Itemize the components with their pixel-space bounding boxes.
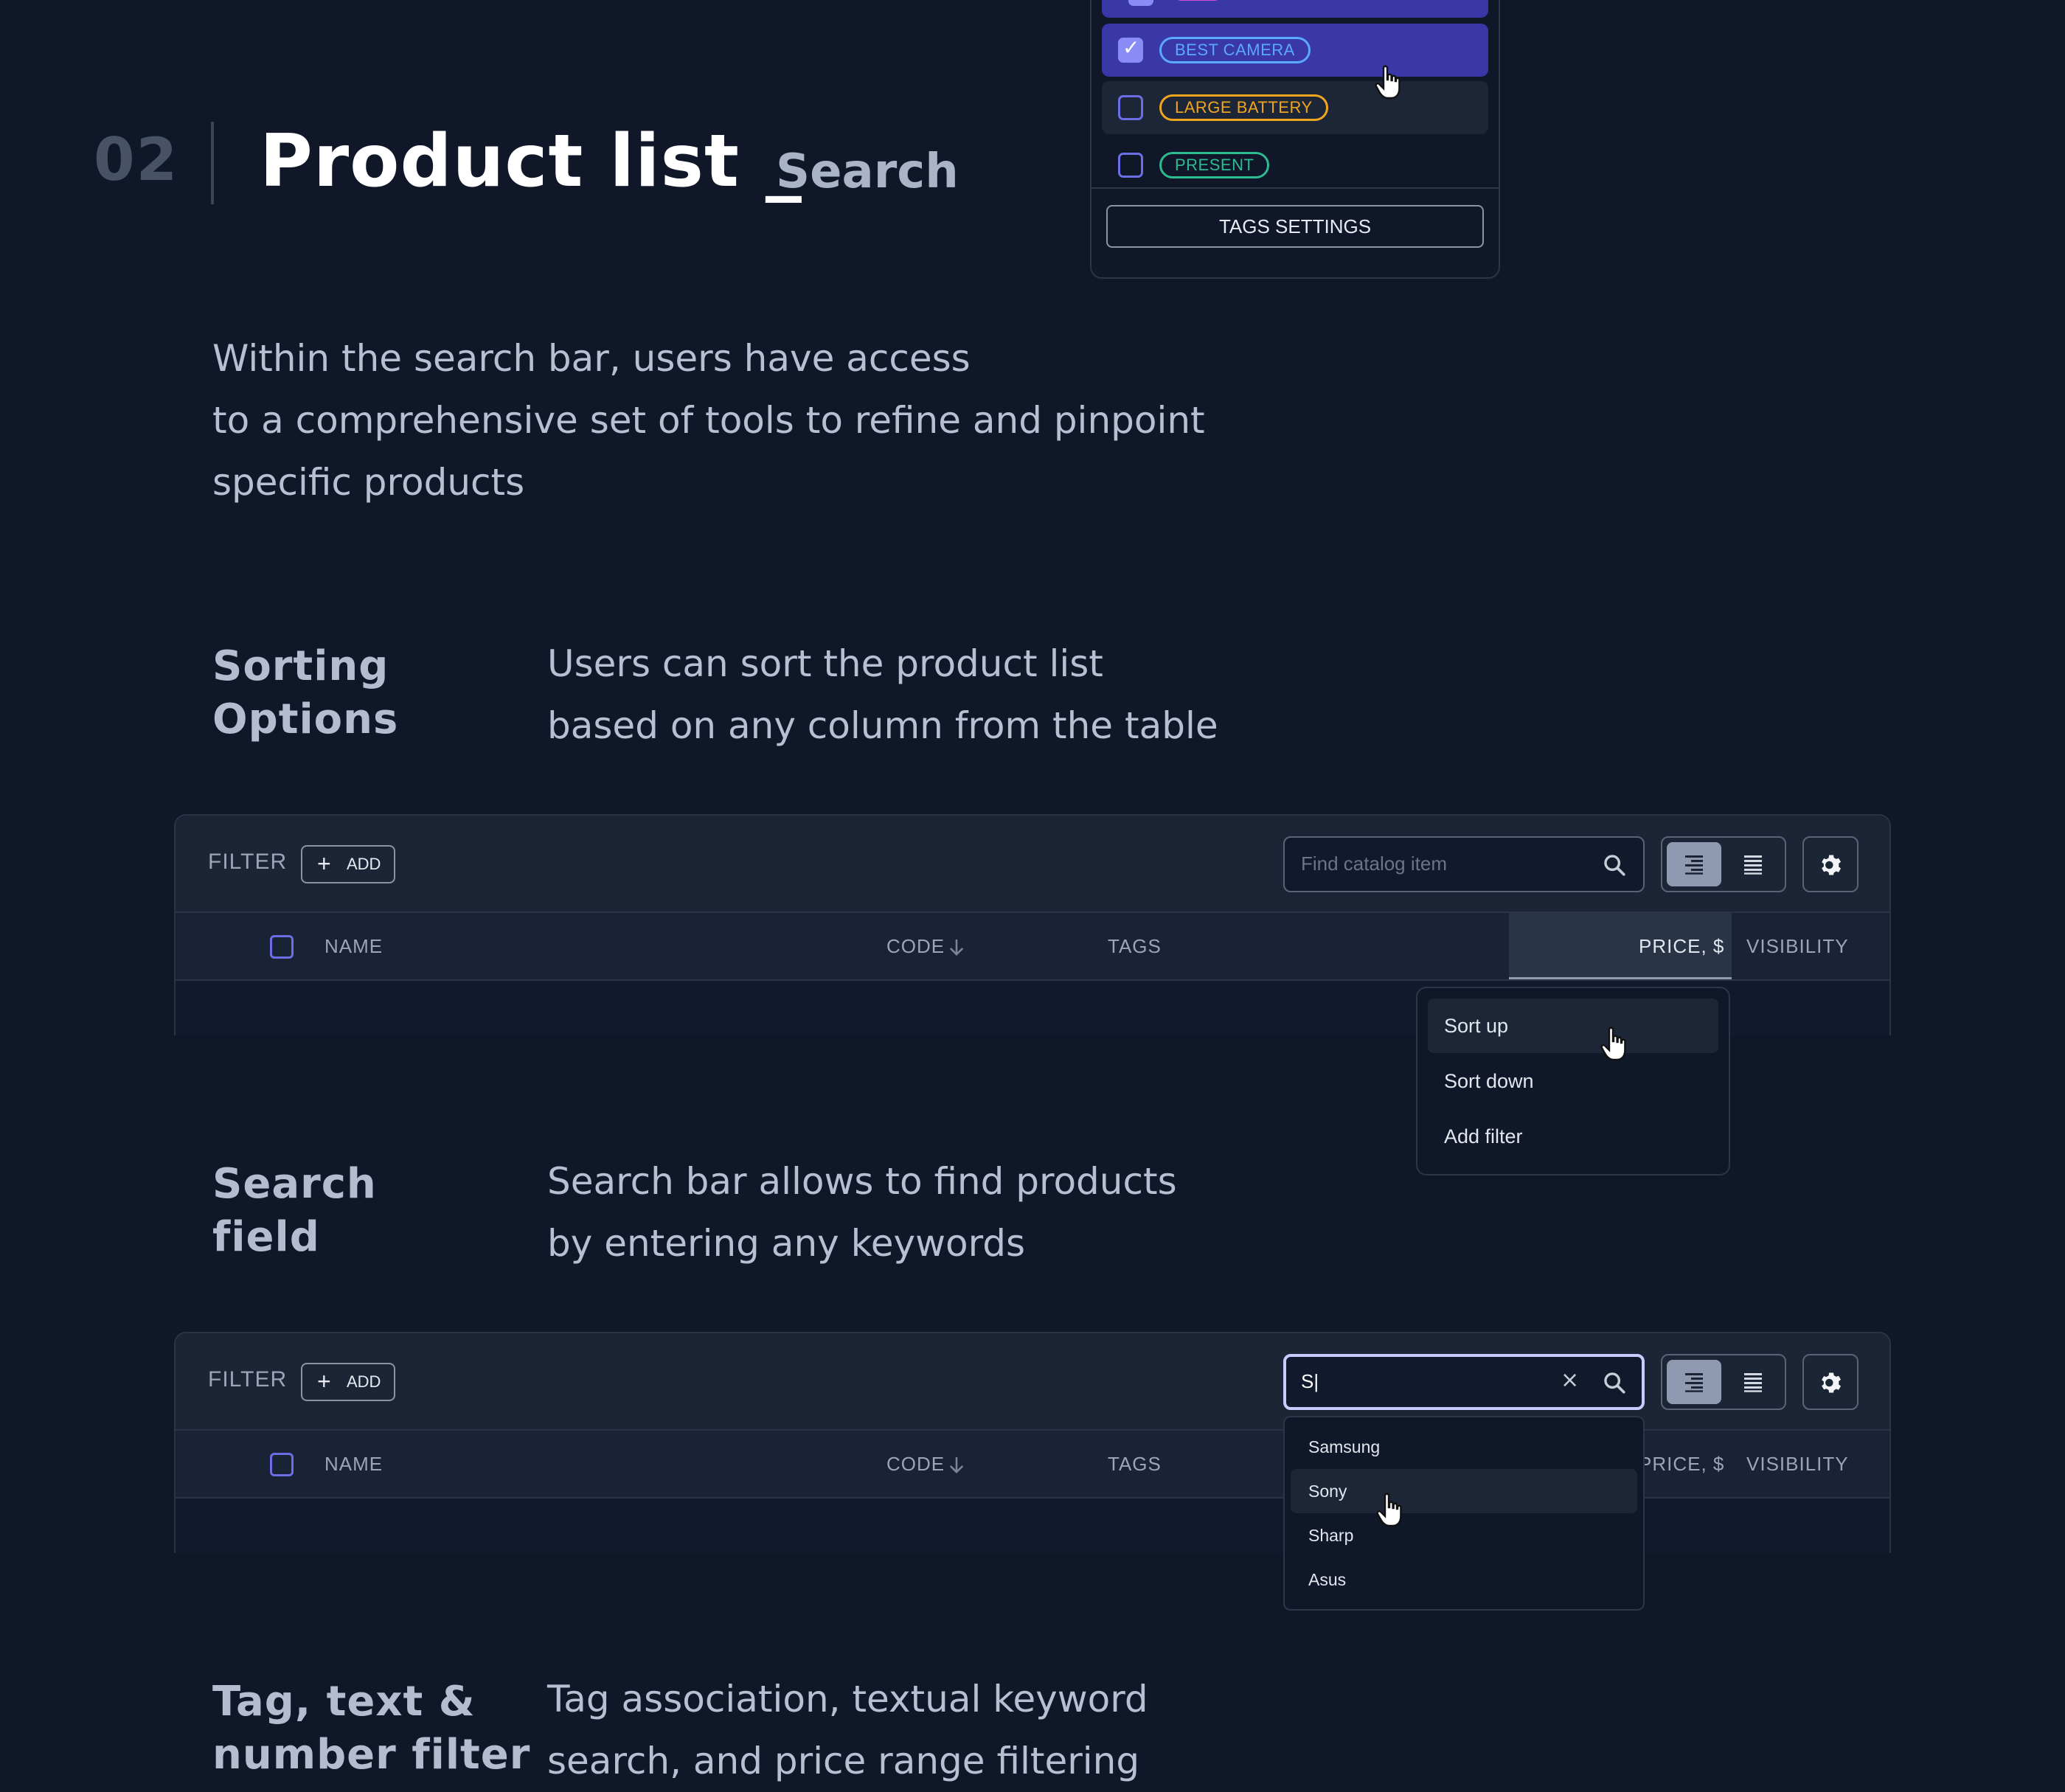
settings-button[interactable]: [1802, 836, 1858, 892]
tag-pill-best-camera: BEST CAMERA: [1159, 37, 1311, 63]
arrow-down-icon[interactable]: [948, 938, 965, 957]
heading-line: Search: [212, 1160, 377, 1208]
tag-row-present[interactable]: PRESENT: [1102, 139, 1488, 192]
table-header-row: NAME CODE TAGS PRICE, $ VISIBILITY: [176, 913, 1889, 981]
intro-line: specific products: [212, 461, 525, 504]
add-filter-button[interactable]: + ADD: [301, 1363, 395, 1401]
tag-pill-large-battery: LARGE BATTERY: [1159, 94, 1328, 121]
gear-icon: [1822, 1372, 1842, 1393]
intro-line: Within the search bar, users have access: [212, 337, 971, 380]
desc-line: search, and price range filtering: [547, 1740, 1140, 1782]
intro-text: Within the search bar, users have access…: [212, 327, 1319, 513]
column-tags[interactable]: TAGS: [1108, 935, 1162, 958]
add-label: ADD: [347, 1372, 381, 1391]
suggestion-item[interactable]: Asus: [1291, 1557, 1637, 1602]
suggestion-item[interactable]: Sony: [1291, 1469, 1637, 1513]
sorting-heading: Sorting Options: [212, 640, 398, 746]
heading-line: number filter: [212, 1731, 531, 1779]
desc-line: Search bar allows to find products: [547, 1160, 1177, 1203]
heading-line: field: [212, 1213, 320, 1261]
tag-dropdown: BEST CAMERA LARGE BATTERY PRESENT TAGS S…: [1090, 0, 1500, 279]
sort-up-item[interactable]: Sort up: [1428, 999, 1718, 1053]
section-number: 02: [94, 125, 179, 194]
search-heading: Search field: [212, 1158, 377, 1264]
search-input[interactable]: S| ×: [1283, 1354, 1645, 1410]
search-icon[interactable]: [1602, 1370, 1627, 1395]
list-icon: [1744, 1373, 1762, 1392]
tag-filter-description: Tag association, textual keyword search,…: [547, 1668, 1580, 1792]
tag-row-large-battery[interactable]: LARGE BATTERY: [1102, 81, 1488, 134]
align-right-icon: [1685, 855, 1703, 875]
list-view-button[interactable]: [1726, 1360, 1780, 1404]
tag-row-partial[interactable]: [1102, 0, 1488, 18]
heading-line: Options: [212, 695, 399, 743]
hand-pointer-icon: [1376, 1493, 1402, 1527]
tag-checkbox[interactable]: [1118, 153, 1143, 178]
page-subtitle: Search: [776, 145, 959, 199]
desc-line: by entering any keywords: [547, 1222, 1026, 1265]
column-visibility[interactable]: VISIBILITY: [1746, 935, 1849, 958]
gear-icon: [1822, 855, 1842, 875]
column-price[interactable]: PRICE, $: [1639, 1453, 1724, 1476]
sort-menu: Sort up Sort down Add filter: [1416, 987, 1730, 1175]
desc-line: Users can sort the product list: [547, 642, 1103, 685]
desc-line: Tag association, textual keyword: [547, 1678, 1148, 1720]
plus-icon: +: [317, 850, 331, 877]
align-right-icon: [1685, 1373, 1703, 1392]
plus-icon: +: [317, 1368, 331, 1395]
column-price[interactable]: PRICE, $: [1639, 935, 1724, 958]
view-toggle: [1661, 836, 1786, 892]
list-icon: [1744, 855, 1762, 875]
intro-line: to a comprehensive set of tools to refin…: [212, 399, 1205, 442]
sorting-description: Users can sort the product list based on…: [547, 633, 1580, 757]
select-all-checkbox[interactable]: [270, 1453, 294, 1476]
arrow-down-icon[interactable]: [948, 1456, 965, 1475]
hand-pointer-icon: [1375, 65, 1401, 100]
filter-label: FILTER: [208, 1367, 288, 1392]
view-toggle: [1661, 1354, 1786, 1410]
filter-label: FILTER: [208, 850, 288, 874]
tag-pill-present: PRESENT: [1159, 152, 1270, 178]
tags-settings-button[interactable]: TAGS SETTINGS: [1106, 205, 1484, 248]
sort-down-item[interactable]: Sort down: [1428, 1054, 1718, 1108]
close-icon[interactable]: ×: [1561, 1367, 1579, 1393]
table-toolbar: FILTER + ADD Find catalog item: [176, 816, 1889, 913]
add-label: ADD: [347, 855, 381, 873]
search-description: Search bar allows to find products by en…: [547, 1150, 1580, 1274]
tag-checkbox[interactable]: [1128, 0, 1153, 6]
column-code[interactable]: CODE: [886, 1453, 945, 1476]
autocomplete-menu: Samsung Sony Sharp Asus: [1283, 1416, 1645, 1611]
tag-filter-heading: Tag, text & number filter: [212, 1675, 530, 1782]
tag-pill-partial: [1171, 0, 1224, 1]
list-view-button[interactable]: [1726, 842, 1780, 886]
select-all-checkbox[interactable]: [270, 935, 294, 959]
divider: [1092, 187, 1499, 189]
column-name[interactable]: NAME: [324, 935, 383, 958]
column-name[interactable]: NAME: [324, 1453, 383, 1476]
tag-checkbox[interactable]: [1118, 95, 1143, 120]
suggestion-item[interactable]: Samsung: [1291, 1425, 1637, 1469]
tag-checkbox[interactable]: [1118, 35, 1143, 63]
compact-view-button[interactable]: [1667, 1360, 1721, 1404]
hand-pointer-icon: [1600, 1027, 1626, 1061]
desc-line: based on any column from the table: [547, 704, 1218, 747]
column-code[interactable]: CODE: [886, 935, 945, 958]
search-icon[interactable]: [1602, 852, 1627, 878]
tag-row-best-camera[interactable]: BEST CAMERA: [1102, 24, 1488, 77]
heading-line: Sorting: [212, 642, 389, 690]
search-value: S|: [1301, 1370, 1319, 1392]
search-input[interactable]: Find catalog item: [1283, 836, 1645, 892]
page-title: Product list _: [260, 119, 802, 204]
add-filter-button[interactable]: + ADD: [301, 845, 395, 883]
search-placeholder: Find catalog item: [1301, 852, 1447, 875]
heading-line: Tag, text &: [212, 1678, 476, 1726]
header-divider: [211, 122, 214, 204]
column-visibility[interactable]: VISIBILITY: [1746, 1453, 1849, 1476]
compact-view-button[interactable]: [1667, 842, 1721, 886]
suggestion-item[interactable]: Sharp: [1291, 1513, 1637, 1557]
settings-button[interactable]: [1802, 1354, 1858, 1410]
column-tags[interactable]: TAGS: [1108, 1453, 1162, 1476]
